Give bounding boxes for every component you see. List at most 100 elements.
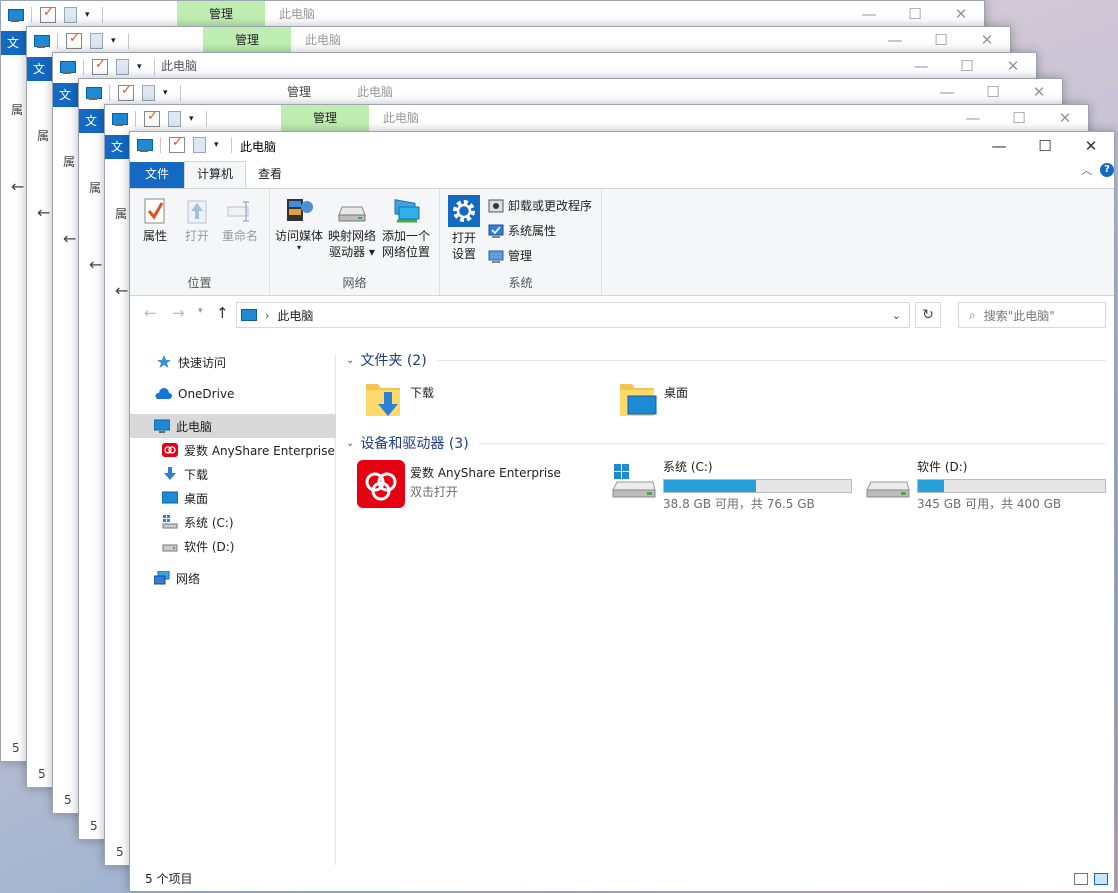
chevron-down-icon[interactable]: ▾ xyxy=(85,7,94,23)
minimize-button[interactable]: — xyxy=(846,1,892,27)
maximize-button[interactable]: ☐ xyxy=(1022,133,1068,159)
close-button[interactable]: ✕ xyxy=(990,53,1036,79)
settings-gear-icon xyxy=(448,195,480,227)
close-button[interactable]: ✕ xyxy=(1068,133,1114,159)
properties-button[interactable]: 属性 xyxy=(142,197,168,244)
drive-icon xyxy=(162,539,178,553)
new-folder-icon[interactable] xyxy=(116,59,129,75)
close-button[interactable]: ✕ xyxy=(964,27,1010,53)
properties-icon[interactable] xyxy=(118,83,134,101)
nav-downloads[interactable]: 下载 xyxy=(130,462,336,486)
maximize-button[interactable]: ☐ xyxy=(944,53,990,79)
properties-icon[interactable] xyxy=(40,5,56,23)
minimize-button[interactable]: — xyxy=(976,133,1022,159)
tab-view[interactable]: 查看 xyxy=(246,162,294,188)
details-view-icon[interactable] xyxy=(1074,873,1088,885)
manage-tab[interactable]: 管理 xyxy=(203,27,291,53)
maximize-button[interactable]: ☐ xyxy=(892,1,938,27)
search-input[interactable]: ⌕ 搜索"此电脑" xyxy=(958,302,1106,328)
new-folder-icon[interactable] xyxy=(168,111,181,127)
ribbon-tabs: 文件 计算机 查看 ︿ ? xyxy=(130,160,1114,188)
nav-this-pc[interactable]: 此电脑 xyxy=(130,414,336,438)
properties-icon[interactable] xyxy=(144,109,160,127)
customize-quick-access-chevron-icon[interactable]: ▾ xyxy=(214,137,223,153)
map-network-drive-button[interactable]: 映射网络 驱动器 ▾ xyxy=(328,197,376,260)
properties-icon[interactable] xyxy=(92,57,108,75)
address-box[interactable]: › 此电脑 ⌄ xyxy=(236,302,910,328)
nav-software-d[interactable]: 软件 (D:) xyxy=(130,534,336,558)
add-location-label-2: 网络位置 xyxy=(382,245,431,259)
open-button[interactable]: 打开 xyxy=(184,197,210,244)
properties-icon[interactable] xyxy=(66,31,82,49)
new-folder-icon[interactable] xyxy=(193,137,206,153)
uninstall-button[interactable]: 卸载或更改程序 xyxy=(488,197,592,214)
forward-arrow-icon[interactable]: → xyxy=(172,304,185,322)
open-settings-label-2: 设置 xyxy=(451,247,476,261)
nav-network[interactable]: 网络 xyxy=(130,566,336,590)
folder-downloads[interactable]: 下载 xyxy=(364,378,434,420)
system-properties-button[interactable]: 系统属性 xyxy=(488,222,556,239)
tab-computer[interactable]: 计算机 xyxy=(184,161,247,188)
nav-onedrive[interactable]: OneDrive xyxy=(130,382,336,406)
minimize-button[interactable]: — xyxy=(950,105,996,131)
back-arrow-icon[interactable]: ← xyxy=(11,177,24,196)
device-anyshare[interactable]: 爱数 AnyShare Enterprise 双击打开 xyxy=(357,460,561,508)
minimize-button[interactable]: — xyxy=(872,27,918,53)
maximize-button[interactable]: ☐ xyxy=(996,105,1042,131)
nav-anyshare[interactable]: 爱数 AnyShare Enterprise xyxy=(130,438,336,462)
access-media-button[interactable]: 访问媒体 ▾ xyxy=(275,195,323,252)
drive-software-d[interactable]: 软件 (D:) 345 GB 可用，共 400 GB xyxy=(865,460,1106,512)
title-bar[interactable]: ▾ 此电脑 — ☐ ✕ xyxy=(130,132,1114,160)
back-arrow-icon[interactable]: ← xyxy=(63,229,76,248)
close-button[interactable]: ✕ xyxy=(938,1,984,27)
rename-label: 重命名 xyxy=(222,229,259,243)
manage-button[interactable]: 管理 xyxy=(488,247,532,264)
breadcrumb-separator-icon[interactable]: › xyxy=(265,309,269,322)
chevron-down-icon[interactable]: ▾ xyxy=(189,111,198,127)
folder-desktop[interactable]: 桌面 xyxy=(618,378,688,420)
maximize-button[interactable]: ☐ xyxy=(918,27,964,53)
close-button[interactable]: ✕ xyxy=(1042,105,1088,131)
chevron-down-icon[interactable]: ▾ xyxy=(163,85,172,101)
address-history-chevron-icon[interactable]: ⌄ xyxy=(892,309,901,322)
up-arrow-icon[interactable]: ↑ xyxy=(216,304,229,322)
minimize-button[interactable]: — xyxy=(898,53,944,79)
nav-quick-access[interactable]: 快速访问 xyxy=(130,350,336,374)
status-bar: 5 个项目 xyxy=(130,865,1114,891)
back-arrow-icon[interactable]: ← xyxy=(115,281,128,300)
add-network-location-button[interactable]: 添加一个 网络位置 xyxy=(382,197,430,260)
group-label-network: 网络 xyxy=(342,276,367,290)
properties-icon[interactable] xyxy=(169,135,185,153)
nav-system-c[interactable]: 系统 (C:) xyxy=(130,510,336,534)
manage-tab[interactable]: 管理 xyxy=(281,105,369,131)
new-folder-icon[interactable] xyxy=(64,7,77,23)
collapse-ribbon-icon[interactable]: ︿ xyxy=(1081,162,1092,178)
manage-tab[interactable]: 管理 xyxy=(255,79,343,105)
back-arrow-icon[interactable]: ← xyxy=(89,255,102,274)
back-arrow-icon[interactable]: ← xyxy=(144,304,157,322)
folders-group-header[interactable]: ⌄ 文件夹 (2) xyxy=(346,350,1106,370)
manage-tab[interactable]: 管理 xyxy=(177,1,265,27)
chevron-down-icon[interactable]: ▾ xyxy=(111,33,120,49)
breadcrumb-this-pc[interactable]: 此电脑 xyxy=(277,307,313,324)
tab-file[interactable]: 文件 xyxy=(130,162,184,188)
window-title: 此电脑 xyxy=(305,33,342,47)
open-settings-button[interactable]: 打开 设置 xyxy=(448,195,480,262)
downloads-folder-icon xyxy=(366,384,400,416)
back-arrow-icon[interactable]: ← xyxy=(37,203,50,222)
new-folder-icon[interactable] xyxy=(90,33,103,49)
drive-system-c[interactable]: 系统 (C:) 38.8 GB 可用，共 76.5 GB xyxy=(611,460,852,512)
recent-locations-chevron-icon[interactable]: ▾ xyxy=(198,306,203,316)
computer-icon xyxy=(59,59,76,75)
large-icons-view-icon[interactable] xyxy=(1094,873,1108,885)
chevron-down-icon[interactable]: ▾ xyxy=(137,59,146,75)
close-button[interactable]: ✕ xyxy=(1016,79,1062,105)
new-folder-icon[interactable] xyxy=(142,85,155,101)
minimize-button[interactable]: — xyxy=(924,79,970,105)
refresh-button[interactable]: ↻ xyxy=(915,302,941,328)
nav-desktop[interactable]: 桌面 xyxy=(130,486,336,510)
devices-group-header[interactable]: ⌄ 设备和驱动器 (3) xyxy=(346,433,1106,453)
rename-button[interactable]: 重命名 xyxy=(222,197,258,244)
help-icon[interactable]: ? xyxy=(1100,163,1114,177)
maximize-button[interactable]: ☐ xyxy=(970,79,1016,105)
